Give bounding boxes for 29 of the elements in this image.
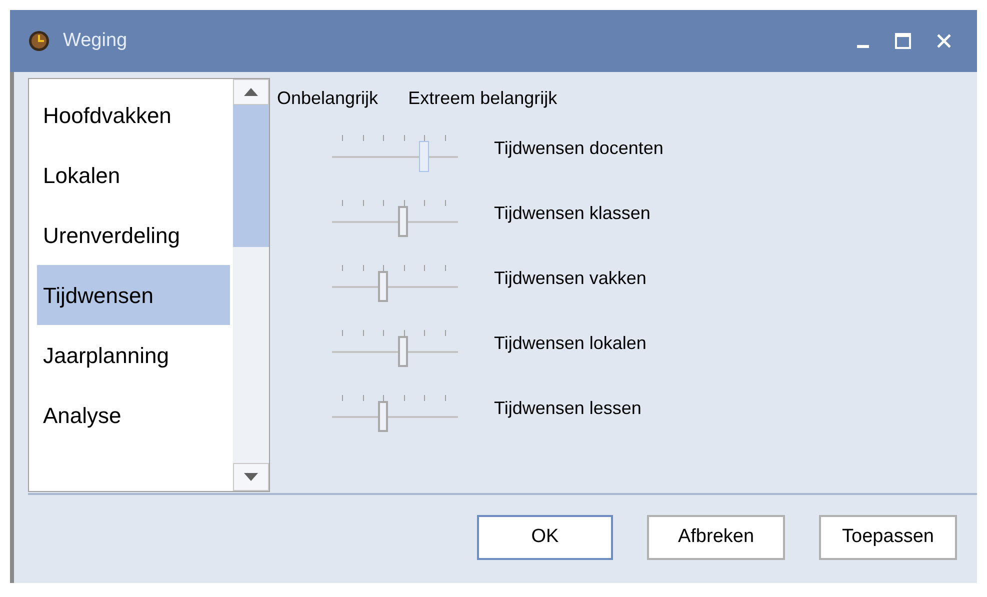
slider-label: Tijdwensen vakken <box>494 267 646 290</box>
scale-low-label: Onbelangrijk <box>277 86 378 110</box>
scroll-down-icon[interactable] <box>244 473 258 481</box>
slider-label: Tijdwensen lokalen <box>494 332 646 355</box>
slider-thumb[interactable] <box>378 270 388 302</box>
scale-high-label: Extreem belangrijk <box>408 86 558 110</box>
maximize-icon[interactable] <box>895 33 911 49</box>
slider-label: Tijdwensen docenten <box>494 137 664 160</box>
slider-thumb[interactable] <box>398 336 408 366</box>
category-item[interactable]: Lokalen <box>37 145 230 205</box>
scroll-up-icon[interactable] <box>244 88 258 96</box>
slider-thumb[interactable] <box>398 206 408 236</box>
category-item[interactable]: Tijdwensen <box>37 265 230 325</box>
category-item[interactable]: Analyse <box>37 385 230 445</box>
window-title: Weging <box>63 28 128 53</box>
slider-label: Tijdwensen lessen <box>494 397 642 420</box>
category-item[interactable]: Urenverdeling <box>37 205 230 265</box>
close-icon[interactable] <box>937 34 951 48</box>
slider-label: Tijdwensen klassen <box>494 202 650 225</box>
dialog-button[interactable]: OK <box>477 515 613 560</box>
category-item[interactable]: Jaarplanning <box>37 325 230 385</box>
dialog-button[interactable]: Toepassen <box>819 515 957 560</box>
slider-thumb[interactable] <box>418 140 429 172</box>
dialog-button[interactable]: Afbreken <box>647 515 785 560</box>
scrollbar[interactable] <box>233 79 269 491</box>
clock-icon <box>28 30 50 52</box>
category-item[interactable]: Hoofdvakken <box>37 85 230 145</box>
slider-thumb[interactable] <box>378 400 388 432</box>
scrollbar-thumb[interactable] <box>233 105 269 247</box>
